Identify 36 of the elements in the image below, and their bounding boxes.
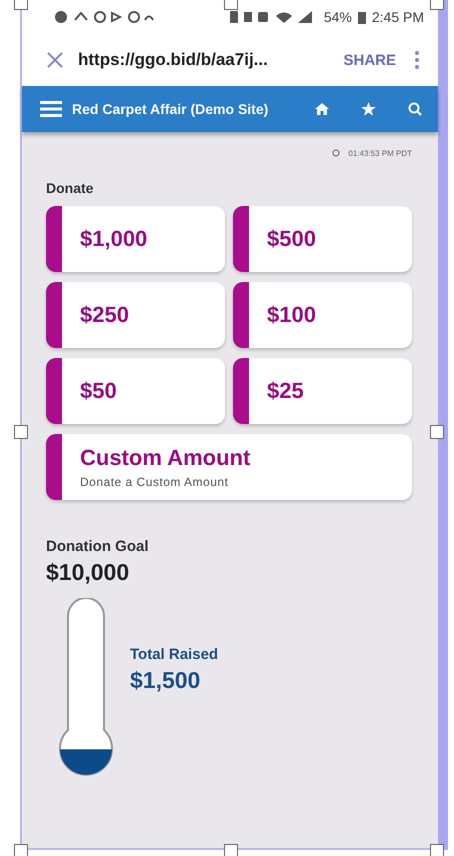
clock-icon [332,149,340,157]
goal-label: Donation Goal [46,538,150,555]
resize-handle[interactable] [430,425,444,439]
amount-button[interactable]: $1,000 [46,206,225,272]
menu-icon[interactable] [40,101,62,117]
resize-handle[interactable] [224,844,238,856]
home-icon[interactable] [315,102,329,116]
custom-amount-button[interactable]: Custom Amount Donate a Custom Amount [46,434,412,500]
resize-handle[interactable] [14,0,28,10]
amount-button[interactable]: $25 [233,358,412,424]
total-raised-amount: $1,500 [130,667,202,694]
resize-handle[interactable] [430,0,444,10]
resize-handle[interactable] [430,844,444,856]
custom-amount-title: Custom Amount [80,445,250,471]
battery-icon [358,10,366,24]
close-icon[interactable] [46,51,64,69]
total-raised-label: Total Raised [130,646,218,663]
resize-handle[interactable] [14,844,28,856]
more-options-icon[interactable] [414,50,420,70]
custom-amount-subtitle: Donate a Custom Amount [80,475,228,489]
app-title: Red Carpet Affair (Demo Site) [72,101,270,117]
search-icon[interactable] [408,102,422,116]
goal-amount: $10,000 [46,559,130,586]
donate-heading: Donate [46,180,94,196]
amount-button[interactable]: $100 [233,282,412,348]
battery-percent: 54% [324,9,352,25]
amount-button[interactable]: $250 [46,282,225,348]
amount-button[interactable]: $500 [233,206,412,272]
timestamp: 01:43:53 PM PDT [348,148,412,158]
resize-handle[interactable] [14,425,28,439]
resize-handle[interactable] [224,0,238,10]
share-button[interactable]: SHARE [339,48,400,72]
amount-button[interactable]: $50 [46,358,225,424]
star-icon[interactable] [361,102,376,116]
url-text: https://ggo.bid/b/aa7ij... [78,50,269,70]
clock-time: 2:45 PM [372,9,424,25]
